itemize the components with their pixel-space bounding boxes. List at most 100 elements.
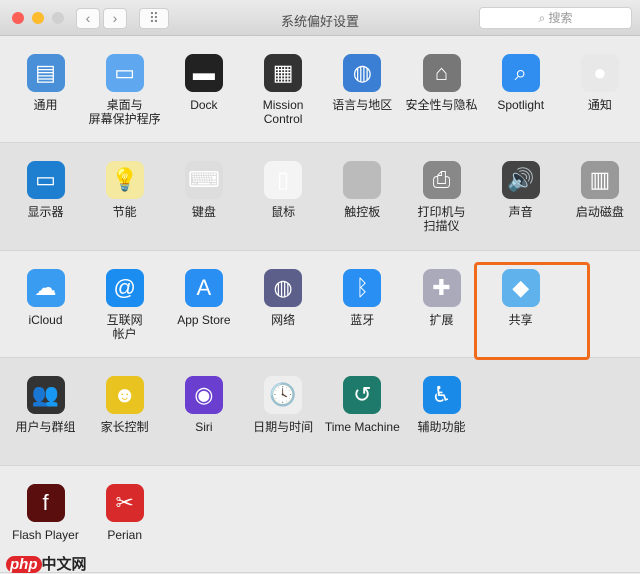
keyboard-icon: ⌨ xyxy=(184,161,223,200)
pref-pane[interactable]: ✂ Perian xyxy=(85,483,164,542)
pref-pane[interactable]: ☁ iCloud xyxy=(6,268,85,327)
pref-pane[interactable]: ◆ 共享 xyxy=(481,268,560,327)
speaker-icon: 🔊 xyxy=(501,161,540,200)
pref-pane[interactable]: ▤ 通用 xyxy=(6,54,85,112)
trackpad-icon xyxy=(343,161,382,200)
mouse-icon: ▯ xyxy=(264,161,303,200)
app-store-icon: A xyxy=(184,268,223,307)
pref-pane-label: 显示器 xyxy=(27,205,64,220)
parental-icon: ☻ xyxy=(105,376,144,415)
flash-icon: f xyxy=(26,483,65,522)
house-lock-icon: ⌂ xyxy=(422,54,461,92)
pref-pane[interactable]: ⎙ 打印机与 扫描仪 xyxy=(402,161,481,233)
file-icon: ▤ xyxy=(26,54,65,92)
pref-pane[interactable]: ⌕ Spotlight xyxy=(481,54,560,112)
pref-pane[interactable]: 🕓 日期与时间 xyxy=(244,376,323,434)
desktop-icon: ▭ xyxy=(105,54,144,92)
pref-pane-label: 启动磁盘 xyxy=(575,205,624,220)
mission-control-icon: ▦ xyxy=(264,54,303,92)
pref-pane[interactable]: ᛒ 蓝牙 xyxy=(323,268,402,327)
pref-pane[interactable]: ▯ 鼠标 xyxy=(244,161,323,219)
pref-pane-label: Mission Control xyxy=(262,98,304,126)
printer-icon: ⎙ xyxy=(422,161,461,200)
pref-pane-label: 辅助功能 xyxy=(417,420,466,435)
pref-pane-label: App Store xyxy=(177,312,231,327)
pref-pane-label: 蓝牙 xyxy=(350,312,375,327)
pref-pane-label: Flash Player xyxy=(12,527,79,542)
pref-pane[interactable]: @ 互联网 帐户 xyxy=(85,268,164,341)
pref-pane[interactable]: 💡 节能 xyxy=(85,161,164,219)
bluetooth-icon: ᛒ xyxy=(343,268,382,307)
pref-pane-label: 共享 xyxy=(508,312,533,327)
pref-pane[interactable]: ⌨ 键盘 xyxy=(164,161,243,219)
pane-section: ☁ iCloud @ 互联网 帐户 A App Store ◍ 网络 ᛒ 蓝牙 ✚ 扩展 ◆ 共享 xyxy=(0,251,640,359)
pref-pane-label: 通用 xyxy=(33,98,58,112)
shared-folder-icon: ◆ xyxy=(501,268,540,307)
pref-pane[interactable]: A App Store xyxy=(164,268,243,327)
pref-pane-label: 触控板 xyxy=(344,205,381,220)
pref-pane-label: 键盘 xyxy=(191,205,216,220)
users-icon: 👥 xyxy=(26,376,65,415)
pref-pane-label: 桌面与 屏幕保护程序 xyxy=(88,98,161,126)
bulb-icon: 💡 xyxy=(105,161,144,200)
pref-pane[interactable]: 👥 用户与群组 xyxy=(6,376,85,434)
pref-pane[interactable]: 触控板 xyxy=(323,161,402,219)
pref-pane[interactable]: ▭ 桌面与 屏幕保护程序 xyxy=(85,54,164,126)
pane-section: 👥 用户与群组 ☻ 家长控制 ◉ Siri 🕓 日期与时间 ↺ Time Machine ♿ 辅助功能 xyxy=(0,358,640,466)
notification-icon: ● xyxy=(580,54,619,92)
accessibility-icon: ♿ xyxy=(422,376,461,415)
network-icon: ◍ xyxy=(264,268,303,307)
disk-icon: ▥ xyxy=(580,161,619,200)
search-placeholder: 搜索 xyxy=(548,11,573,25)
pref-pane[interactable]: ⌂ 安全性与隐私 xyxy=(402,54,481,112)
knife-icon: ✂ xyxy=(105,483,144,522)
pref-pane[interactable]: ☻ 家长控制 xyxy=(85,376,164,434)
pref-pane[interactable]: ✚ 扩展 xyxy=(402,268,481,327)
spotlight-icon: ⌕ xyxy=(501,54,540,92)
pref-pane-label: 打印机与 扫描仪 xyxy=(417,205,466,234)
pref-pane-label: 家长控制 xyxy=(100,420,149,435)
pref-pane[interactable]: ▭ 显示器 xyxy=(6,161,85,219)
pref-pane-label: 鼠标 xyxy=(271,205,296,220)
time-machine-icon: ↺ xyxy=(343,376,382,415)
pref-pane-label: 日期与时间 xyxy=(253,420,314,435)
pref-pane-label: Siri xyxy=(195,420,213,435)
pref-pane[interactable]: ◉ Siri xyxy=(164,376,243,434)
watermark: php 中文网 xyxy=(6,553,87,574)
pref-pane-label: 互联网 帐户 xyxy=(106,312,143,341)
pref-pane-label: 扩展 xyxy=(429,312,454,327)
siri-icon: ◉ xyxy=(184,376,223,415)
pane-section: ▤ 通用 ▭ 桌面与 屏幕保护程序 ▬ Dock ▦ Mission Control ◍ 语言与地… xyxy=(0,36,640,144)
pref-pane-label: 安全性与隐私 xyxy=(405,98,478,112)
pref-pane[interactable]: 🔊 声音 xyxy=(481,161,560,219)
pref-pane[interactable]: ◍ 网络 xyxy=(244,268,323,327)
at-icon: @ xyxy=(105,268,144,307)
globe-flag-icon: ◍ xyxy=(343,54,382,92)
search-input[interactable]: ⌕ 搜索 xyxy=(479,7,632,29)
pref-pane[interactable]: f Flash Player xyxy=(6,483,85,542)
pref-pane-label: 网络 xyxy=(271,312,296,327)
pref-pane[interactable]: ● 通知 xyxy=(560,54,639,112)
pref-pane[interactable]: ♿ 辅助功能 xyxy=(402,376,481,434)
pref-pane[interactable]: ▬ Dock xyxy=(164,54,243,112)
pane-section: ▭ 显示器 💡 节能 ⌨ 键盘 ▯ 鼠标 触控板 ⎙ 打印机与 扫描仪 🔊 声音 ▥ 启动磁盘 xyxy=(0,143,640,251)
title-bar: ‹ › ⠿ 系统偏好设置 ⌕ 搜索 xyxy=(0,0,640,36)
pref-pane-label: iCloud xyxy=(28,312,63,327)
pref-pane[interactable]: ▥ 启动磁盘 xyxy=(560,161,639,219)
icloud-icon: ☁ xyxy=(26,268,65,307)
pref-pane-label: Spotlight xyxy=(497,98,545,112)
pref-pane-label: Dock xyxy=(190,98,218,112)
pref-pane[interactable]: ↺ Time Machine xyxy=(323,376,402,434)
pref-pane-label: 语言与地区 xyxy=(332,98,393,112)
clock-icon: 🕓 xyxy=(264,376,303,415)
pane-section: f Flash Player ✂ Perian xyxy=(0,466,640,573)
pref-pane[interactable]: ◍ 语言与地区 xyxy=(323,54,402,112)
pref-pane-label: 通知 xyxy=(587,98,612,112)
pref-pane-label: Time Machine xyxy=(324,420,400,435)
pref-pane-label: 用户与群组 xyxy=(15,420,76,435)
dock-icon: ▬ xyxy=(184,54,223,92)
pref-pane-label: 节能 xyxy=(112,205,137,220)
pref-pane-label: 声音 xyxy=(508,205,533,220)
puzzle-icon: ✚ xyxy=(422,268,461,307)
pref-pane[interactable]: ▦ Mission Control xyxy=(244,54,323,126)
